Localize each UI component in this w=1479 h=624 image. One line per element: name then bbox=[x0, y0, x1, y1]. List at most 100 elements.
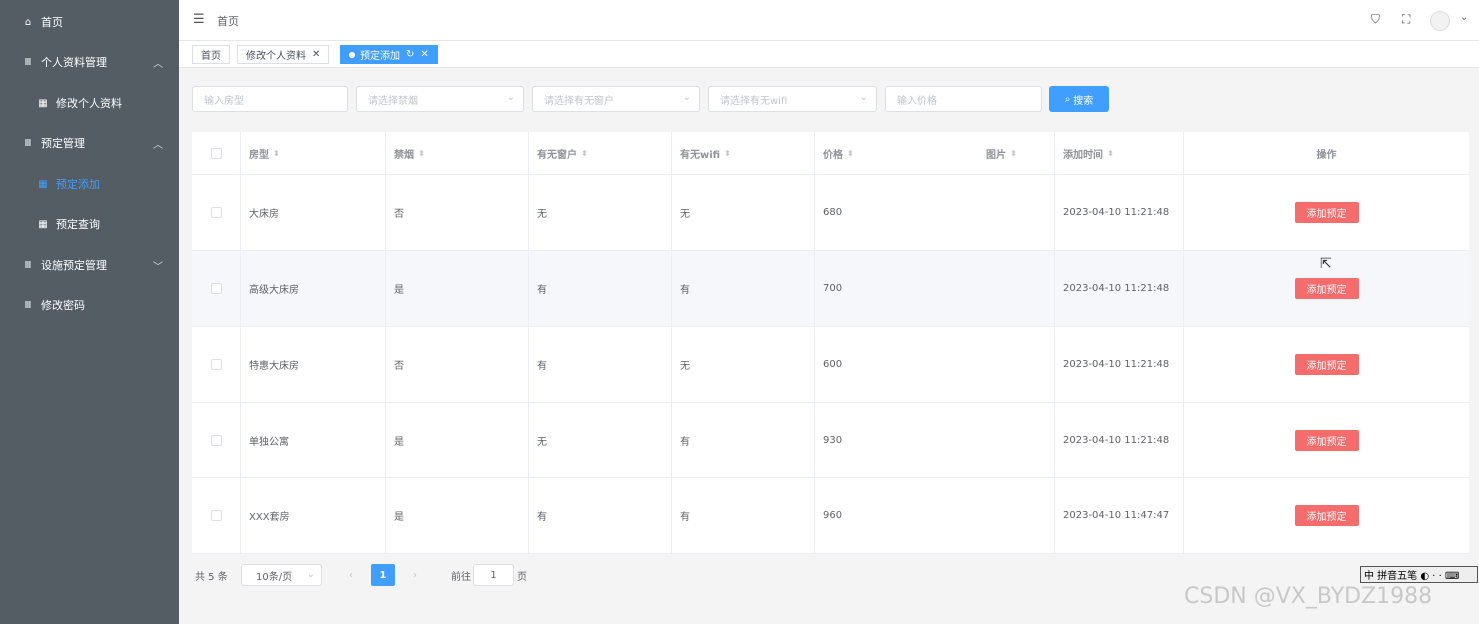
sort-icon[interactable]: ⬍ bbox=[581, 149, 588, 158]
column-header-smoking[interactable]: 禁烟 ⬍ bbox=[386, 132, 529, 174]
sidebar-item-change-password[interactable]: Ⅲ 修改密码 bbox=[0, 285, 179, 325]
add-booking-button[interactable]: 添加预定 bbox=[1294, 429, 1359, 451]
sidebar-item-booking-add[interactable]: ▦ 预定添加 bbox=[0, 164, 179, 204]
tag-home[interactable]: 首页 bbox=[192, 45, 230, 64]
menu-icon: Ⅲ bbox=[24, 259, 32, 271]
next-page-button[interactable]: › bbox=[403, 564, 427, 586]
cell-time: 2023-04-10 11:47:47 bbox=[1055, 478, 1184, 553]
add-booking-button[interactable]: 添加预定 bbox=[1294, 202, 1359, 223]
tag-booking-add[interactable]: 预定添加 ↻ ✕ bbox=[340, 45, 438, 64]
cell-window: 无 bbox=[529, 175, 672, 250]
cell-window: 无 bbox=[529, 403, 672, 477]
search-button[interactable]: ⌕ 搜索 bbox=[1049, 86, 1109, 112]
ime-toolbar[interactable]: 中 拼音五笔 ◐ · · ⌨ bbox=[1360, 566, 1478, 583]
chevron-down-icon: ⌄ bbox=[859, 92, 868, 103]
add-booking-button[interactable]: 添加预定 bbox=[1294, 354, 1359, 375]
column-label: 有无窗户 bbox=[537, 149, 577, 161]
sidebar-item-booking-query[interactable]: ▦ 预定查询 bbox=[0, 204, 179, 244]
sort-icon[interactable]: ⬍ bbox=[1010, 149, 1017, 158]
table-row: 单独公寓 是 无 有 930 2023-04-10 11:21:48 添加预定 bbox=[192, 403, 1469, 478]
cell-price: 960 bbox=[815, 478, 1055, 553]
menu-icon: Ⅲ bbox=[24, 299, 32, 311]
shirt-icon[interactable]: ⛉ bbox=[1371, 12, 1380, 27]
hamburger-icon[interactable]: ☰ bbox=[193, 12, 205, 27]
row-checkbox[interactable] bbox=[210, 283, 222, 294]
sort-icon[interactable]: ⬍ bbox=[1107, 149, 1114, 158]
sidebar-item-edit-profile[interactable]: ▦ 修改个人资料 bbox=[0, 83, 179, 123]
sidebar-item-profile-management[interactable]: Ⅲ 个人资料管理 ︿ bbox=[0, 42, 179, 82]
prev-page-button[interactable]: ‹ bbox=[339, 564, 363, 586]
table-row: XXX套房 是 有 有 960 2023-04-10 11:47:47 添加预定 bbox=[192, 478, 1469, 554]
cell-action: 添加预定 bbox=[1184, 403, 1469, 477]
sidebar-item-booking-management[interactable]: Ⅲ 预定管理 ︿ bbox=[0, 123, 179, 163]
chevron-down-icon[interactable]: ⌄ bbox=[1460, 12, 1468, 23]
chevron-down-icon: ⌄ bbox=[682, 92, 691, 103]
chevron-up-icon: ︿ bbox=[153, 58, 163, 70]
row-checkbox[interactable] bbox=[210, 359, 222, 370]
cell-time: 2023-04-10 11:21:48 bbox=[1055, 251, 1184, 326]
wifi-select[interactable]: 请选择有无wifi ⌄ bbox=[708, 86, 877, 112]
cell-room: 单独公寓 bbox=[241, 403, 386, 477]
smoking-select[interactable]: 请选择禁烟 ⌄ bbox=[356, 86, 524, 112]
column-label: 禁烟 bbox=[394, 149, 414, 161]
placeholder: 请选择禁烟 bbox=[368, 95, 418, 107]
column-header-time[interactable]: 添加时间 ⬍ bbox=[1055, 132, 1184, 174]
sort-icon[interactable]: ⬍ bbox=[724, 149, 731, 158]
refresh-icon[interactable]: ↻ bbox=[406, 49, 414, 60]
sidebar-item-home[interactable]: ⌂ 首页 bbox=[0, 2, 179, 42]
price-input[interactable]: 输入价格 bbox=[885, 86, 1042, 112]
tag-label: 修改个人资料 bbox=[246, 51, 306, 62]
column-header-window[interactable]: 有无窗户 ⬍ bbox=[529, 132, 672, 174]
select-all-checkbox[interactable] bbox=[210, 147, 222, 159]
cell-smoking: 否 bbox=[386, 175, 529, 250]
add-booking-button[interactable]: 添加预定 bbox=[1294, 278, 1359, 299]
column-label: 房型 bbox=[249, 149, 269, 161]
room-type-input[interactable]: 输入房型 bbox=[192, 86, 348, 112]
sidebar-item-label: 修改个人资料 bbox=[56, 97, 122, 110]
page-number-1[interactable]: 1 bbox=[371, 564, 395, 586]
table-header-row: 房型 ⬍ 禁烟 ⬍ 有无窗户 ⬍ 有无wifi ⬍ 价格 ⬍ 图片 ⬍ 添加时间 ⬍ 操作 bbox=[192, 132, 1469, 175]
sidebar-item-facility-booking[interactable]: Ⅲ 设施预定管理 ﹀ bbox=[0, 245, 179, 285]
sidebar-item-label: 设施预定管理 bbox=[41, 259, 107, 272]
close-icon[interactable]: ✕ bbox=[312, 49, 320, 60]
add-booking-button[interactable]: 添加预定 bbox=[1294, 505, 1359, 526]
cell-wifi: 有 bbox=[672, 403, 815, 477]
avatar[interactable] bbox=[1430, 11, 1450, 31]
row-checkbox[interactable] bbox=[210, 434, 222, 446]
window-select[interactable]: 请选择有无窗户 ⌄ bbox=[532, 86, 700, 112]
chevron-down-icon: ﹀ bbox=[153, 261, 163, 273]
cell-price: 600 bbox=[815, 327, 1055, 402]
sort-icon[interactable]: ⬍ bbox=[273, 149, 280, 158]
cell-smoking: 是 bbox=[386, 478, 529, 553]
close-icon[interactable]: ✕ bbox=[420, 49, 428, 60]
cell-smoking: 是 bbox=[386, 403, 529, 477]
sort-icon[interactable]: ⬍ bbox=[418, 149, 425, 158]
column-label: 有无wifi bbox=[680, 149, 721, 161]
cell-window: 有 bbox=[529, 327, 672, 402]
cell-action: 添加预定 bbox=[1184, 478, 1469, 553]
tag-edit-profile[interactable]: 修改个人资料 ✕ bbox=[237, 45, 330, 64]
home-icon: ⌂ bbox=[24, 16, 32, 28]
fullscreen-icon[interactable]: ⛶ bbox=[1402, 12, 1410, 27]
page-size-select[interactable]: 10条/页 ⌄ bbox=[241, 564, 322, 586]
column-header-room[interactable]: 房型 ⬍ bbox=[241, 132, 386, 174]
cell-room: 大床房 bbox=[241, 175, 386, 250]
mouse-cursor-icon: ⇱ bbox=[1320, 256, 1332, 272]
table-row: 特惠大床房 否 有 无 600 2023-04-10 11:21:48 添加预定 bbox=[192, 327, 1469, 403]
tags-view: 首页 修改个人资料 ✕ 预定添加 ↻ ✕ bbox=[179, 41, 1479, 68]
column-header-price[interactable]: 价格 ⬍ bbox=[815, 132, 978, 174]
column-header-wifi[interactable]: 有无wifi ⬍ bbox=[672, 132, 815, 174]
goto-page-input[interactable]: 1 bbox=[473, 564, 514, 586]
column-header-image[interactable]: 图片 ⬍ bbox=[978, 132, 1055, 174]
cell-wifi: 无 bbox=[672, 175, 815, 250]
grid-icon: ▦ bbox=[38, 178, 48, 190]
sort-icon[interactable]: ⬍ bbox=[847, 149, 854, 158]
rooms-table: 房型 ⬍ 禁烟 ⬍ 有无窗户 ⬍ 有无wifi ⬍ 价格 ⬍ 图片 ⬍ 添加时间 ⬍ 操作 大… bbox=[192, 132, 1469, 554]
sidebar-item-label: 预定添加 bbox=[56, 178, 100, 191]
column-label: 操作 bbox=[1316, 149, 1337, 161]
cell-time: 2023-04-10 11:21:48 bbox=[1055, 403, 1184, 477]
cell-price: 930 bbox=[815, 403, 1055, 477]
row-checkbox[interactable] bbox=[210, 510, 222, 521]
breadcrumb[interactable]: 首页 bbox=[217, 13, 239, 29]
row-checkbox[interactable] bbox=[210, 207, 222, 218]
